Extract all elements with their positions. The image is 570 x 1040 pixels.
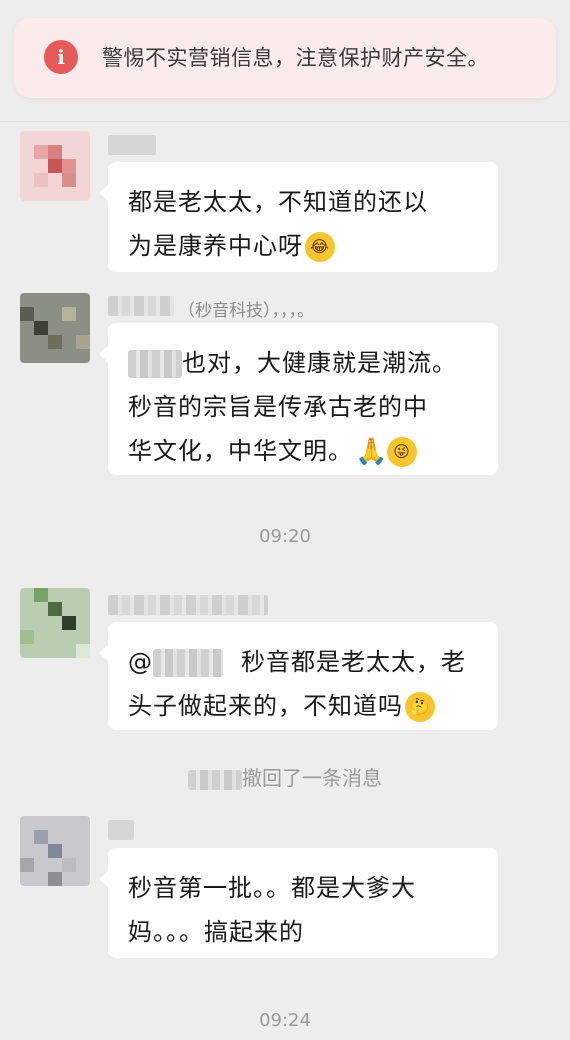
avatar[interactable]	[20, 816, 90, 886]
recall-notice: 撤回了一条消息	[0, 762, 570, 791]
message-line: 华文化，中华文明。	[128, 437, 353, 465]
recaller-name-blurred	[188, 769, 242, 790]
avatar[interactable]	[20, 588, 90, 658]
message-line: 妈。。。搞起来的	[128, 918, 304, 946]
message-line: 秒音的宗旨是传承古老的中	[128, 393, 428, 421]
message-line: 都是老太太，不知道的还以	[128, 188, 428, 216]
message-line-with-mention: @ 秒音都是老太太，老	[128, 640, 478, 684]
info-icon: i	[44, 40, 78, 74]
message-line-with-emoji: 为是康养中心呀 😂	[128, 224, 478, 268]
message-line-with-emoji: 华文化，中华文明。🙏 😜	[128, 429, 478, 473]
sender-name-blurred	[108, 296, 174, 316]
message-bubble[interactable]: 秒音第一批。。都是大爹大 妈。。。搞起来的	[99, 848, 498, 958]
message-bubble[interactable]: @ 秒音都是老太太，老 头子做起来的，不知道吗 🤔	[99, 622, 498, 730]
avatar[interactable]	[20, 131, 90, 201]
mention-blurred	[153, 649, 223, 677]
praying-hands-icon: 🙏	[355, 437, 389, 467]
sender-name-suffix: （秒音科技），，，。	[178, 301, 314, 321]
mention-at-symbol: @	[128, 648, 153, 676]
message-bubble[interactable]: 也对，大健康就是潮流。 秒音的宗旨是传承古老的中 华文化，中华文明。🙏 😜	[99, 323, 498, 475]
timestamp: 09:20	[259, 526, 311, 547]
message-bubble[interactable]: 都是老太太，不知道的还以 为是康养中心呀 😂	[99, 162, 498, 272]
laughing-crying-emoji-icon: 😂	[305, 232, 335, 262]
avatar[interactable]	[20, 293, 90, 363]
sender-name-blurred	[108, 135, 156, 155]
message-line: 头子做起来的，不知道吗	[128, 692, 403, 720]
message-line: 也对，大健康就是潮流。	[182, 349, 457, 377]
thinking-emoji-icon: 🤔	[405, 692, 435, 722]
sender-name-blurred	[108, 595, 268, 615]
message-line: 秒音第一批。。都是大爹大	[128, 874, 416, 902]
warning-text: 警惕不实营销信息，注意保护财产安全。	[102, 46, 489, 70]
message-line-with-mention: 也对，大健康就是潮流。	[128, 341, 478, 385]
divider	[0, 121, 570, 122]
message-line: 秒音都是老太太，老	[241, 648, 466, 676]
sender-name-blurred	[108, 820, 134, 840]
mention-blurred	[128, 350, 182, 378]
recall-text: 撤回了一条消息	[242, 766, 382, 790]
winking-tongue-emoji-icon: 😜	[387, 437, 417, 467]
timestamp: 09:24	[259, 1010, 311, 1031]
message-line-with-emoji: 头子做起来的，不知道吗 🤔	[128, 684, 478, 728]
message-line: 为是康养中心呀	[128, 232, 303, 260]
